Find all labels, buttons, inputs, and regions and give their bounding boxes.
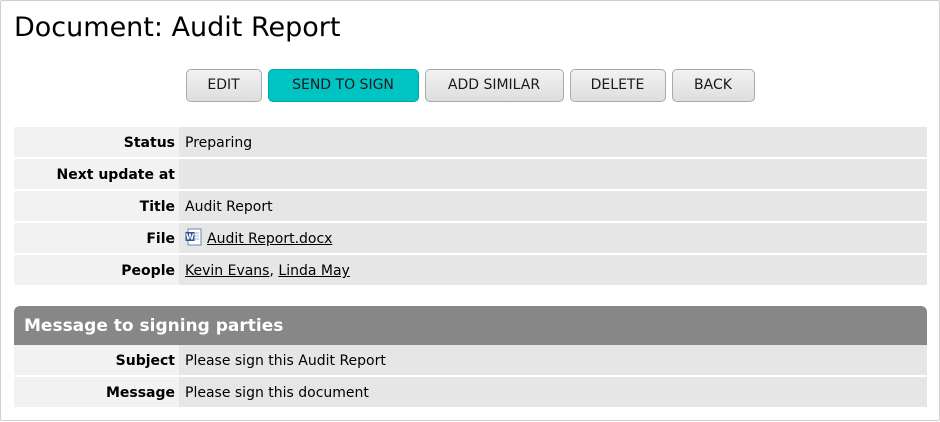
detail-row-status: Status Preparing (14, 127, 927, 157)
add-similar-button[interactable]: ADD SIMILAR (424, 69, 564, 102)
status-value: Preparing (179, 127, 927, 157)
next-update-value (179, 159, 927, 189)
detail-label: Status (14, 127, 179, 157)
title-value: Audit Report (179, 191, 927, 221)
detail-row-people: People Kevin Evans, Linda May (14, 255, 927, 285)
person-link-kevin-evans[interactable]: Kevin Evans (185, 263, 269, 279)
send-to-sign-button[interactable]: SEND TO SIGN (267, 69, 419, 102)
detail-row-title: Title Audit Report (14, 191, 927, 221)
subject-value: Please sign this Audit Report (179, 345, 927, 375)
message-label: Subject (14, 345, 179, 375)
detail-label: People (14, 255, 179, 285)
message-row-subject: Subject Please sign this Audit Report (14, 345, 927, 375)
edit-button[interactable]: EDIT (185, 69, 262, 102)
person-link-linda-may[interactable]: Linda May (278, 263, 349, 279)
delete-button[interactable]: DELETE (569, 69, 666, 102)
detail-label: Next update at (14, 159, 179, 189)
detail-row-next-update: Next update at (14, 159, 927, 189)
message-details-table: Subject Please sign this Audit Report Me… (14, 345, 927, 409)
people-value: Kevin Evans, Linda May (179, 255, 927, 285)
file-link[interactable]: Audit Report.docx (207, 231, 332, 247)
message-value: Please sign this document (179, 377, 927, 407)
document-details-table: Status Preparing Next update at Title Au… (14, 127, 927, 287)
word-document-icon[interactable]: W (185, 228, 203, 246)
action-toolbar: EDIT SEND TO SIGN ADD SIMILAR DELETE BAC… (0, 69, 940, 104)
back-button[interactable]: BACK (671, 69, 755, 102)
svg-text:W: W (186, 233, 195, 242)
page-title: Document: Audit Report (14, 12, 341, 43)
message-row-message: Message Please sign this document (14, 377, 927, 407)
detail-row-file: File W Audit Report.docx (14, 223, 927, 253)
message-section-header: Message to signing parties (14, 306, 927, 345)
detail-label: File (14, 223, 179, 253)
message-label: Message (14, 377, 179, 407)
detail-label: Title (14, 191, 179, 221)
file-value: W Audit Report.docx (179, 223, 927, 253)
